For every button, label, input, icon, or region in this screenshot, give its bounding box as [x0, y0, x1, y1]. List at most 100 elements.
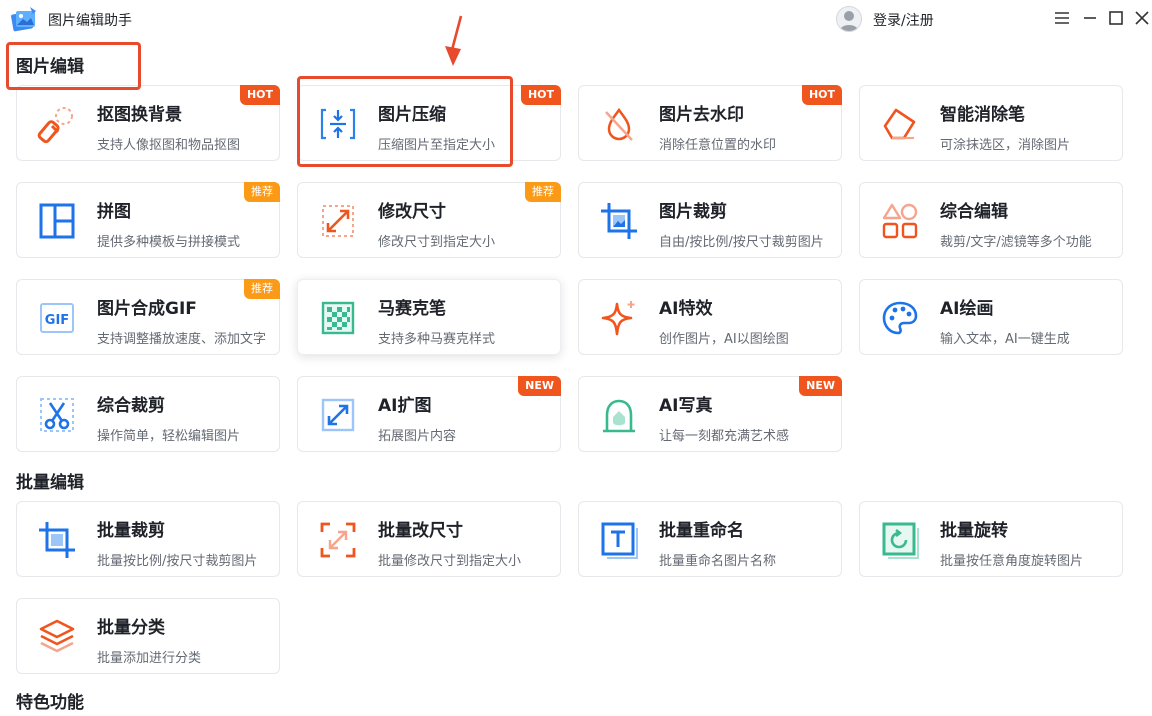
card-title: 综合裁剪	[97, 396, 165, 416]
gif-icon: GIF	[40, 303, 74, 333]
crop-icon	[601, 203, 637, 239]
card-title: 图片去水印	[659, 105, 744, 125]
close-icon[interactable]	[1132, 8, 1152, 28]
card-batch-rename[interactable]: 批量重命名 批量重命名图片名称	[578, 501, 842, 577]
portrait-icon	[603, 399, 635, 433]
section-title-special: 特色功能	[16, 693, 84, 713]
card-ai-portrait[interactable]: AI写真 让每一刻都充满艺术感 NEW	[578, 376, 842, 452]
card-desc: 修改尺寸到指定大小	[378, 235, 496, 250]
new-badge: NEW	[518, 376, 561, 396]
card-batch-rotate[interactable]: 批量旋转 批量按任意角度旋转图片	[859, 501, 1123, 577]
card-cutout[interactable]: 抠图换背景 支持人像抠图和物品抠图 HOT	[16, 85, 280, 161]
card-desc: 支持人像抠图和物品抠图	[97, 138, 241, 153]
card-resize[interactable]: 修改尺寸 修改尺寸到指定大小 推荐	[297, 182, 561, 258]
card-desc: 提供多种模板与拼接模式	[97, 235, 241, 250]
card-ai-expand[interactable]: AI扩图 拓展图片内容 NEW	[297, 376, 561, 452]
card-ai-effect[interactable]: AI特效 创作图片，AI以图绘图	[578, 279, 842, 355]
scissors-icon	[40, 398, 74, 432]
card-title: 图片裁剪	[659, 202, 727, 222]
recommend-badge: 推荐	[244, 182, 280, 202]
batch-resize-icon	[320, 522, 356, 558]
watermark-remove-icon	[605, 107, 633, 141]
card-batch-resize[interactable]: 批量改尺寸 批量修改尺寸到指定大小	[297, 501, 561, 577]
app-title: 图片编辑助手	[48, 13, 132, 29]
card-title: 批量旋转	[940, 521, 1008, 541]
recommend-badge: 推荐	[525, 182, 561, 202]
card-title: 批量分类	[97, 618, 165, 638]
card-title: AI特效	[659, 299, 713, 319]
layers-icon	[39, 619, 75, 653]
palette-icon	[882, 301, 918, 335]
card-desc: 输入文本，AI一键生成	[940, 332, 1070, 347]
card-title: 综合编辑	[940, 202, 1008, 222]
rotate-icon	[882, 522, 919, 559]
card-title: AI写真	[659, 396, 713, 416]
maximize-icon[interactable]	[1106, 8, 1126, 28]
mosaic-icon	[321, 301, 355, 335]
annotation-box-compress	[297, 76, 513, 167]
hot-badge: HOT	[520, 85, 561, 105]
resize-icon	[322, 205, 354, 237]
card-desc: 批量重命名图片名称	[659, 554, 777, 569]
card-title: 抠图换背景	[97, 105, 182, 125]
card-title: 智能消除笔	[940, 105, 1025, 125]
sparkle-icon	[601, 301, 635, 336]
login-register-link[interactable]: 登录/注册	[873, 10, 934, 30]
app-logo-icon	[11, 7, 36, 32]
card-combo-crop[interactable]: 综合裁剪 操作简单，轻松编辑图片	[16, 376, 280, 452]
card-desc: 让每一刻都充满艺术感	[659, 429, 790, 444]
card-title: 修改尺寸	[378, 202, 446, 222]
card-crop[interactable]: 图片裁剪 自由/按比例/按尺寸裁剪图片	[578, 182, 842, 258]
card-desc: 支持调整播放速度、添加文字	[97, 332, 267, 347]
card-ai-paint[interactable]: AI绘画 输入文本，AI一键生成	[859, 279, 1123, 355]
collage-icon	[39, 203, 75, 239]
card-desc: 裁剪/文字/滤镜等多个功能	[940, 235, 1092, 250]
card-combo-edit[interactable]: 综合编辑 裁剪/文字/滤镜等多个功能	[859, 182, 1123, 258]
card-title: 批量裁剪	[97, 521, 165, 541]
card-desc: 可涂抹选区，消除图片	[940, 138, 1071, 153]
card-desc: 支持多种马赛克样式	[378, 332, 496, 347]
card-eraser[interactable]: 智能消除笔 可涂抹选区，消除图片	[859, 85, 1123, 161]
card-watermark[interactable]: 图片去水印 消除任意位置的水印 HOT	[578, 85, 842, 161]
section-title-batch: 批量编辑	[16, 473, 84, 493]
card-desc: 批量按比例/按尺寸裁剪图片	[97, 554, 258, 569]
card-title: 图片合成GIF	[97, 299, 197, 319]
expand-icon	[321, 398, 355, 432]
card-desc: 批量按任意角度旋转图片	[940, 554, 1084, 569]
annotation-box-section	[6, 42, 141, 90]
annotation-arrow-icon	[445, 15, 463, 66]
hot-badge: HOT	[801, 85, 842, 105]
eraser-icon	[883, 108, 916, 140]
cutout-brush-icon	[37, 107, 73, 144]
card-mosaic[interactable]: 马赛克笔 支持多种马赛克样式	[297, 279, 561, 355]
hot-badge: HOT	[239, 85, 280, 105]
user-icon	[840, 11, 858, 31]
svg-text:GIF: GIF	[45, 313, 69, 328]
card-desc: 自由/按比例/按尺寸裁剪图片	[659, 235, 824, 250]
menu-icon[interactable]	[1052, 8, 1072, 28]
card-desc: 批量修改尺寸到指定大小	[378, 554, 522, 569]
card-title: 拼图	[97, 202, 131, 222]
card-title: 批量重命名	[659, 521, 744, 541]
card-gif[interactable]: GIF 图片合成GIF 支持调整播放速度、添加文字 推荐	[16, 279, 280, 355]
combo-edit-icon	[882, 203, 918, 239]
new-badge: NEW	[799, 376, 842, 396]
card-title: AI绘画	[940, 299, 994, 319]
card-desc: 批量添加进行分类	[97, 651, 202, 666]
card-title: 批量改尺寸	[378, 521, 463, 541]
card-desc: 拓展图片内容	[378, 429, 457, 444]
batch-crop-icon	[39, 522, 75, 558]
card-batch-crop[interactable]: 批量裁剪 批量按比例/按尺寸裁剪图片	[16, 501, 280, 577]
card-collage[interactable]: 拼图 提供多种模板与拼接模式 推荐	[16, 182, 280, 258]
card-title: 马赛克笔	[378, 299, 446, 319]
rename-icon	[601, 522, 638, 559]
minimize-icon[interactable]	[1080, 8, 1100, 28]
recommend-badge: 推荐	[244, 279, 280, 299]
card-desc: 操作简单，轻松编辑图片	[97, 429, 241, 444]
title-bar: 图片编辑助手 登录/注册	[0, 0, 1152, 40]
user-avatar[interactable]	[836, 6, 862, 32]
card-title: AI扩图	[378, 396, 432, 416]
card-desc: 创作图片，AI以图绘图	[659, 332, 789, 347]
card-batch-classify[interactable]: 批量分类 批量添加进行分类	[16, 598, 280, 674]
card-desc: 消除任意位置的水印	[659, 138, 777, 153]
